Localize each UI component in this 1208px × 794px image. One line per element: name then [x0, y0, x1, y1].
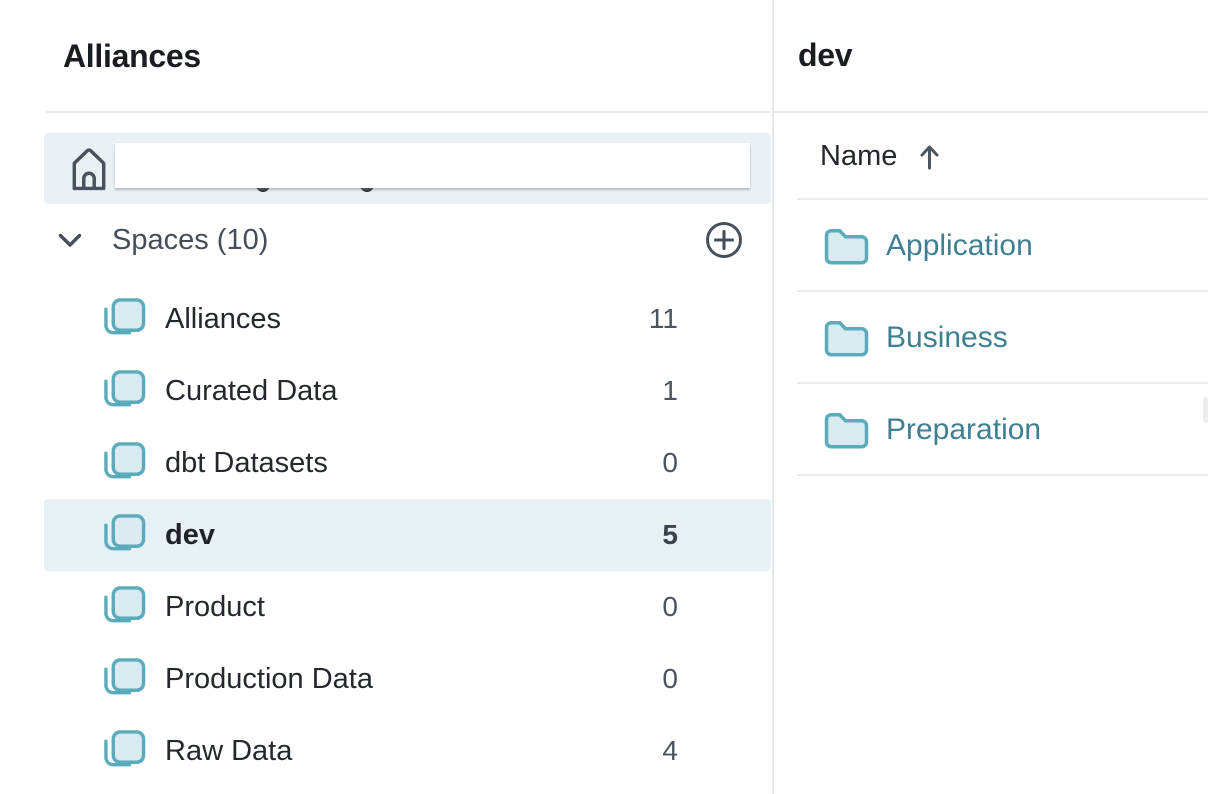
space-icon: [103, 442, 146, 485]
space-item-label: dbt Datasets: [165, 447, 328, 480]
sidebar-item-product[interactable]: Product 0: [44, 571, 771, 643]
spaces-sidebar: Alliances: [0, 0, 772, 794]
table-row[interactable]: Application: [774, 200, 1208, 292]
home-icon: [70, 145, 108, 192]
space-item-label: Product: [165, 591, 265, 624]
space-item-count: 0: [662, 591, 678, 623]
sidebar-item-raw-data[interactable]: Raw Data 4: [44, 715, 771, 787]
page-title: dev: [798, 37, 852, 74]
folder-icon: [823, 318, 870, 358]
space-contents-panel: dev Name Application: [774, 0, 1208, 794]
scrollbar-thumb[interactable]: [1203, 397, 1208, 423]
folder-icon: [823, 410, 870, 450]
space-item-count: 0: [662, 663, 678, 695]
table-row[interactable]: Preparation: [774, 384, 1208, 476]
name-column-header[interactable]: Name: [820, 140, 897, 173]
sidebar-item-curated-data[interactable]: Curated Data 1: [44, 355, 771, 427]
spacer: [0, 276, 772, 283]
space-icon: [103, 514, 146, 557]
space-item-label: Curated Data: [165, 375, 338, 408]
space-icon: [103, 730, 146, 773]
plus-circle-icon: [704, 220, 744, 260]
space-item-count: 4: [662, 735, 678, 767]
add-space-button[interactable]: [704, 220, 744, 260]
space-item-count: 5: [662, 519, 678, 551]
space-item-label: Production Data: [165, 663, 373, 696]
space-item-count: 0: [662, 447, 678, 479]
row-divider: [797, 474, 1208, 476]
table-row[interactable]: Business: [774, 292, 1208, 384]
spaces-tree: Spaces (10) Alliances: [0, 113, 772, 787]
home-row[interactable]: [44, 133, 771, 204]
folder-icon: [823, 226, 870, 266]
space-icon: [103, 586, 146, 629]
space-item-label: Alliances: [165, 303, 281, 336]
sidebar-item-alliances[interactable]: Alliances 11: [44, 283, 771, 355]
space-icon: [103, 298, 146, 341]
sidebar-item-dbt-datasets[interactable]: dbt Datasets 0: [44, 427, 771, 499]
space-item-label: Raw Data: [165, 735, 292, 768]
sidebar-header: Alliances: [0, 0, 772, 113]
space-icon: [103, 370, 146, 413]
folder-link[interactable]: Application: [886, 229, 1033, 263]
app-window: Alliances: [0, 0, 1208, 794]
folder-link[interactable]: Preparation: [886, 413, 1041, 447]
sidebar-header-divider: [45, 111, 771, 113]
space-item-label: dev: [165, 519, 215, 552]
space-item-count: 11: [649, 303, 678, 335]
chevron-down-icon[interactable]: [58, 233, 82, 248]
space-icon: [103, 658, 146, 701]
sidebar-item-dev[interactable]: dev 5: [44, 499, 771, 571]
spaces-section-label: Spaces (10): [112, 224, 268, 257]
redaction-overlay: [115, 143, 750, 188]
sidebar-item-production-data[interactable]: Production Data 0: [44, 643, 771, 715]
sort-ascending-icon[interactable]: [919, 143, 940, 171]
space-item-count: 1: [662, 375, 678, 407]
main-header: dev: [774, 0, 1208, 113]
sidebar-title: Alliances: [63, 38, 201, 75]
redacted-label-area: [115, 143, 750, 191]
folder-link[interactable]: Business: [886, 321, 1008, 355]
spaces-section-row[interactable]: Spaces (10): [44, 204, 771, 276]
table-header-row[interactable]: Name: [774, 113, 1208, 200]
